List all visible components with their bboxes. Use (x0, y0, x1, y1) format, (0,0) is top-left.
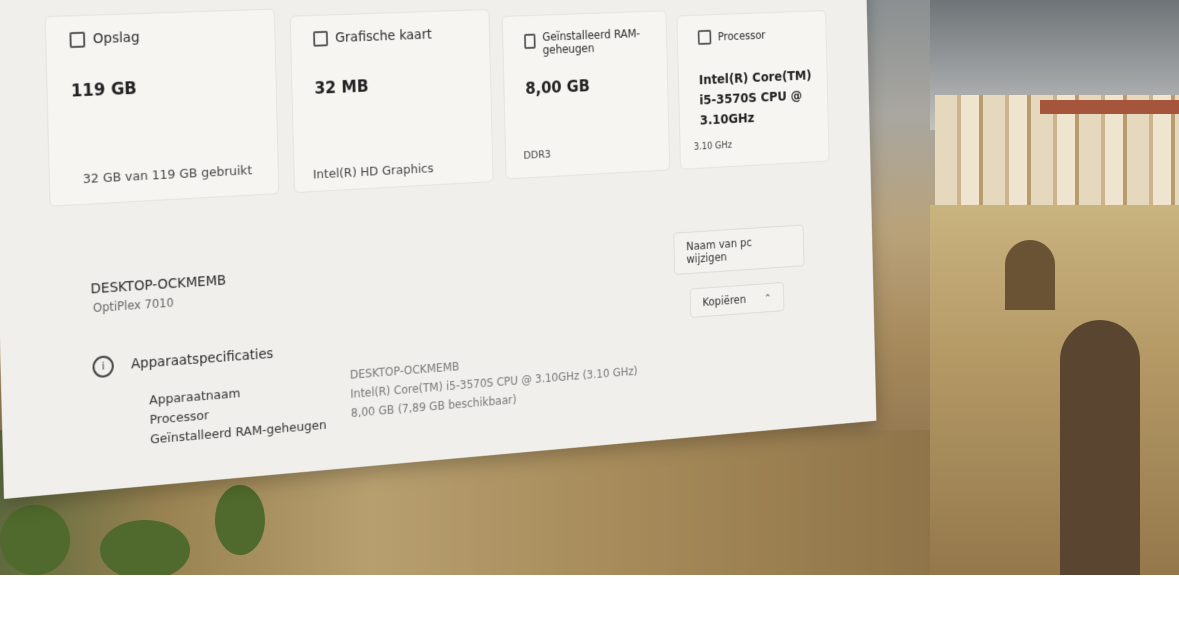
card-sub: DDR3 (523, 147, 552, 162)
info-icon: i (92, 355, 115, 379)
gpu-icon (313, 30, 329, 47)
card-processor: Processor Intel(R) Core(TM) i5-3570S CPU… (676, 10, 830, 170)
card-title: Opslag (92, 29, 140, 48)
town-roofs (1040, 100, 1179, 114)
copy-label: Kopiëren (702, 292, 747, 309)
bush (100, 520, 190, 575)
spec-header-label: Apparaatspecificaties (130, 346, 274, 373)
card-value: 32 MB (314, 77, 369, 99)
card-value: 119 GB (70, 79, 138, 102)
pc-name: DESKTOP-OCKMEMB (90, 272, 227, 298)
chevron-up-icon[interactable]: ⌃ (764, 291, 772, 303)
processor-icon (697, 29, 712, 45)
card-sub: 3.10 GHz (693, 140, 733, 153)
spec-label: Apparaatnaam (149, 386, 241, 409)
bridge-arch (1060, 320, 1140, 575)
pc-model: OptiPlex 7010 (92, 295, 174, 316)
card-gpu: Grafische kaart 32 MB Intel(R) HD Graphi… (289, 8, 494, 194)
copy-button[interactable]: Kopiëren ⌃ (689, 282, 785, 318)
card-value: Intel(R) Core(TM) i5-3570S CPU @ 3.10GHz (698, 68, 812, 129)
card-title: Processor (717, 28, 766, 44)
storage-icon (69, 31, 86, 49)
card-value: 8,00 GB (525, 77, 591, 99)
ram-icon (524, 33, 536, 50)
pc-section: DESKTOP-OCKMEMB OptiPlex 7010 Naam van p… (57, 206, 808, 450)
card-sub: 32 GB van 119 GB gebruikt (82, 163, 253, 188)
bridge-arch-small (1005, 240, 1055, 310)
card-sub: Intel(R) HD Graphics (312, 161, 434, 183)
spec-value: DESKTOP-OCKMEMB (349, 359, 460, 382)
bush (0, 505, 70, 575)
rename-pc-button[interactable]: Naam van pc wijzigen (673, 224, 805, 276)
card-title: Grafische kaart (334, 27, 432, 46)
card-storage: Opslag 119 GB 32 GB van 119 GB gebruikt (44, 8, 280, 207)
card-ram: Geïnstalleerd RAM-geheugen 8,00 GB DDR3 (501, 10, 671, 180)
bush (215, 485, 265, 555)
spec-label: Processor (149, 408, 210, 428)
spec-header[interactable]: i Apparaatspecificaties (92, 343, 274, 379)
card-title: Geïnstalleerd RAM-geheugen (542, 26, 641, 57)
settings-window: Opslag 119 GB 32 GB van 119 GB gebruikt … (0, 0, 877, 499)
